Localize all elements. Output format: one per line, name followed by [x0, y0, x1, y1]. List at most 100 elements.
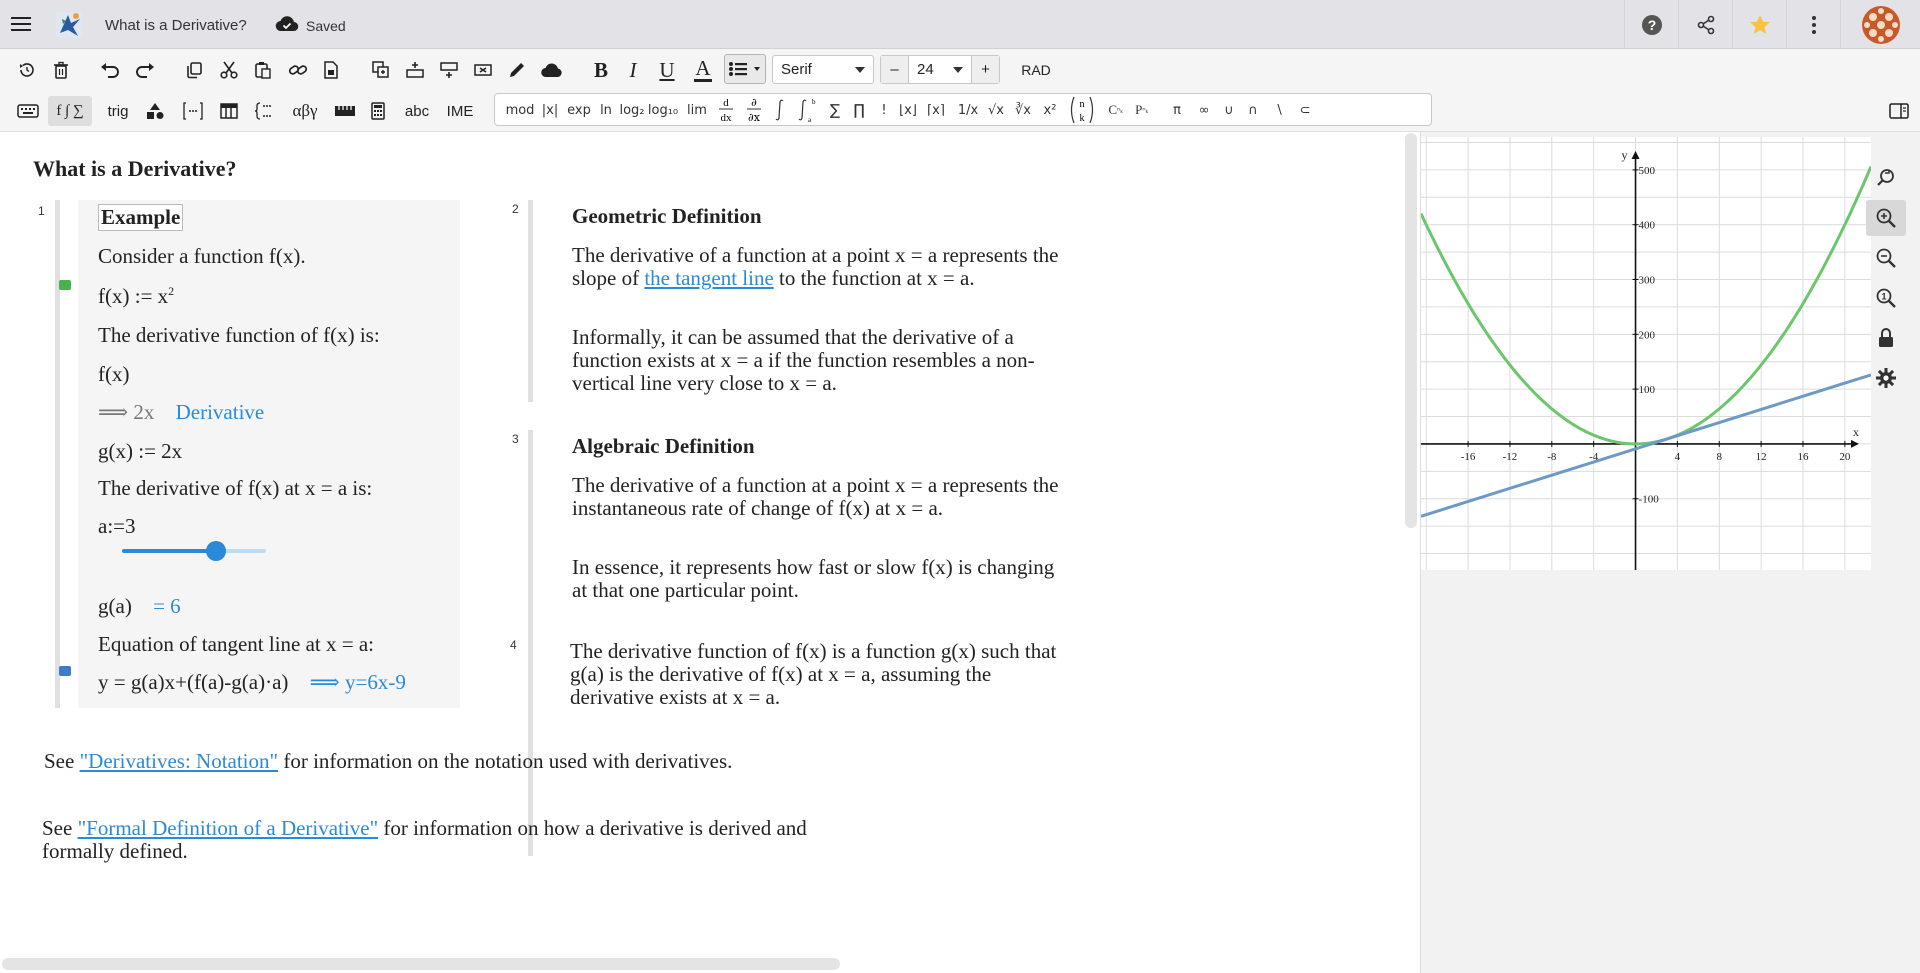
export-document-icon[interactable]	[318, 57, 344, 83]
tab-piecewise[interactable]	[250, 96, 280, 126]
graph-settings-button[interactable]	[1866, 360, 1906, 396]
duplicate-region-icon[interactable]	[368, 57, 394, 83]
app-logo-icon[interactable]	[54, 9, 86, 41]
graph-plot[interactable]: -16 -12 -8 -4 4 8 12 16 20500400300200100-100xy	[1419, 137, 1873, 570]
tangent-line-link[interactable]: the tangent line	[644, 266, 773, 290]
zoom-fit-button[interactable]: 1	[1866, 280, 1906, 316]
product-button[interactable]: ∏	[849, 98, 869, 122]
limit-button[interactable]: lim	[685, 98, 709, 122]
math-text[interactable]: Consider a function f(x).	[98, 244, 306, 269]
text-color-button[interactable]: A	[690, 55, 716, 85]
math-text[interactable]: Equation of tangent line at x = a:	[98, 632, 374, 657]
derivative-operation-tag[interactable]: Derivative	[176, 400, 265, 424]
math-definition-a[interactable]: a:=3	[98, 514, 136, 539]
reciprocal-button[interactable]: 1/x	[955, 98, 981, 122]
tab-table[interactable]	[214, 96, 244, 126]
underline-button[interactable]: U	[654, 55, 680, 85]
more-button[interactable]	[1786, 0, 1840, 49]
definite-integral-button[interactable]: ba	[795, 98, 819, 123]
paragraph[interactable]: The derivative function of f(x) is a fun…	[570, 640, 1070, 709]
math-text[interactable]: The derivative function of f(x) is:	[98, 323, 380, 348]
keyboard-tab[interactable]	[12, 96, 44, 126]
tab-greek[interactable]: αβγ	[286, 96, 324, 126]
cut-icon[interactable]	[216, 57, 242, 83]
font-size-increase-button[interactable]: +	[971, 56, 999, 83]
cloud-icon[interactable]	[538, 57, 566, 83]
tab-calculator[interactable]	[364, 96, 392, 126]
sum-button[interactable]: ∑	[825, 98, 845, 122]
font-size-select[interactable]: 24	[909, 56, 971, 83]
lock-button[interactable]	[1866, 320, 1906, 356]
math-expression[interactable]: f(x)	[98, 362, 129, 387]
list-style-dropdown[interactable]	[724, 54, 766, 84]
math-definition-g[interactable]: g(x) := 2x	[98, 439, 182, 464]
factorial-button[interactable]: !	[877, 98, 891, 122]
delete-icon[interactable]	[48, 57, 74, 83]
delete-region-icon[interactable]	[470, 57, 496, 83]
zoom-in-button[interactable]	[1866, 200, 1906, 236]
paste-icon[interactable]	[250, 57, 276, 83]
undo-icon[interactable]	[97, 57, 123, 83]
help-button[interactable]: ?	[1624, 0, 1678, 49]
math-tangent-row[interactable]: y = g(a)x+(f(a)-g(a)·a) ⟹ y=6x-9	[98, 670, 406, 695]
union-button[interactable]: ∪	[1221, 98, 1237, 122]
link-icon[interactable]	[285, 57, 311, 83]
ceil-button[interactable]: ⌈x⌉	[925, 98, 947, 122]
redo-icon[interactable]	[132, 57, 158, 83]
font-family-select[interactable]: Serif	[772, 55, 874, 84]
log10-button[interactable]: log₁₀	[647, 98, 679, 122]
bold-button[interactable]: B	[588, 55, 614, 85]
history-icon[interactable]	[14, 57, 40, 83]
angle-mode-toggle[interactable]: RAD	[1016, 55, 1056, 85]
cbrt-button[interactable]: ∛x	[1011, 98, 1035, 122]
see-also-formal-definition[interactable]: See "Formal Definition of a Derivative" …	[42, 817, 862, 863]
tab-text[interactable]: abc	[400, 96, 434, 126]
graph-canvas[interactable]: -16 -12 -8 -4 4 8 12 16 20 500 400 300 200 100 -100 x y	[1419, 137, 1873, 570]
tab-ime[interactable]: IME	[442, 96, 478, 126]
zoom-reset-button[interactable]	[1866, 160, 1906, 196]
power-button[interactable]: x²	[1039, 98, 1061, 122]
paragraph[interactable]: In essence, it represents how fast or sl…	[572, 556, 1072, 602]
italic-button[interactable]: I	[620, 55, 646, 85]
permutations-button[interactable]: Pⁿₖ	[1131, 98, 1153, 122]
font-size-decrease-button[interactable]: –	[881, 56, 909, 83]
tab-shapes[interactable]	[140, 96, 170, 126]
abs-button[interactable]: |x|	[539, 98, 561, 122]
see-also-notation[interactable]: See "Derivatives: Notation" for informat…	[44, 750, 784, 773]
floor-button[interactable]: ⌊x⌋	[897, 98, 919, 122]
exp-button[interactable]: exp	[565, 98, 593, 122]
subset-button[interactable]: ⊂	[1297, 98, 1313, 122]
log2-button[interactable]: log₂	[619, 98, 645, 122]
a-value-slider[interactable]	[122, 541, 266, 561]
slider-thumb[interactable]	[206, 541, 226, 561]
horizontal-scrollbar[interactable]	[2, 958, 840, 970]
avatar[interactable]	[1840, 0, 1920, 49]
math-text[interactable]: The derivative of f(x) at x = a is:	[98, 476, 372, 501]
intersection-button[interactable]: ∩	[1245, 98, 1261, 122]
mod-button[interactable]: mod	[505, 98, 535, 122]
share-button[interactable]	[1678, 0, 1732, 49]
tab-units[interactable]	[330, 96, 360, 126]
combinations-button[interactable]: Cⁿₖ	[1105, 98, 1127, 122]
derivative-button[interactable]: d dx	[715, 97, 737, 124]
derivatives-notation-link[interactable]: "Derivatives: Notation"	[80, 749, 279, 773]
document-title[interactable]: What is a Derivative?	[105, 17, 247, 34]
math-definition-f[interactable]: f(x) := x2	[98, 284, 174, 309]
pen-icon[interactable]	[504, 57, 530, 83]
document-canvas[interactable]: What is a Derivative? 1 T Example Consid…	[0, 132, 1420, 973]
zoom-out-button[interactable]	[1866, 240, 1906, 276]
toggle-side-panel-button[interactable]	[1884, 96, 1914, 126]
pi-button[interactable]: π	[1169, 98, 1185, 122]
region-title[interactable]: Example	[98, 204, 184, 231]
paragraph[interactable]: The derivative of a function at a point …	[572, 244, 1072, 290]
insert-above-icon[interactable]	[402, 57, 428, 83]
vertical-scrollbar[interactable]	[1405, 133, 1417, 528]
sqrt-button[interactable]: √x	[985, 98, 1007, 122]
tab-trig[interactable]: trig	[100, 96, 136, 126]
region-handle[interactable]	[528, 200, 533, 402]
math-eval-row[interactable]: g(a) = 6	[98, 594, 181, 619]
favorite-button[interactable]	[1732, 0, 1786, 49]
setminus-button[interactable]: ∖	[1271, 98, 1287, 122]
region-handle[interactable]	[55, 200, 60, 708]
binomial-button[interactable]: nk	[1067, 95, 1097, 125]
